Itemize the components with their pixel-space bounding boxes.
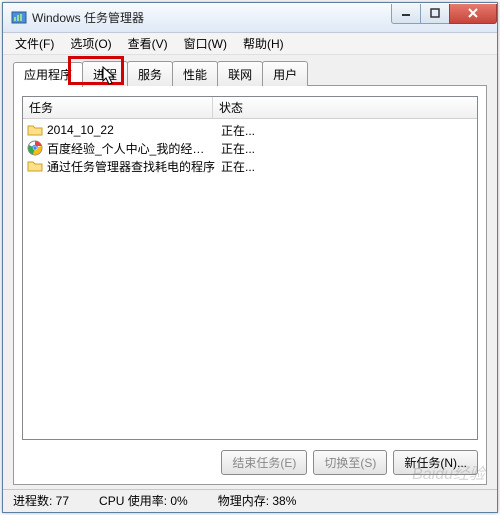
menubar: 文件(F) 选项(O) 查看(V) 窗口(W) 帮助(H) — [3, 33, 497, 55]
tab-performance[interactable]: 性能 — [172, 61, 218, 86]
table-row[interactable]: 百度经验_个人中心_我的经验 -...正在... — [23, 139, 477, 157]
switch-to-button[interactable]: 切换至(S) — [313, 450, 387, 475]
task-status: 正在... — [215, 158, 255, 175]
statusbar: 进程数: 77 CPU 使用率: 0% 物理内存: 38% — [3, 489, 497, 511]
task-name: 2014_10_22 — [47, 123, 215, 137]
close-button[interactable] — [449, 4, 497, 24]
status-memory: 物理内存: 38% — [218, 492, 297, 509]
task-name: 百度经验_个人中心_我的经验 -... — [47, 140, 215, 157]
app-icon — [11, 10, 27, 26]
tab-networking[interactable]: 联网 — [217, 61, 263, 86]
task-status: 正在... — [215, 122, 255, 139]
tab-strip: 应用程序 进程 服务 性能 联网 用户 — [13, 61, 487, 86]
status-cpu: CPU 使用率: 0% — [99, 492, 188, 509]
tab-services[interactable]: 服务 — [127, 61, 173, 86]
tab-applications[interactable]: 应用程序 — [13, 62, 83, 87]
table-row[interactable]: 通过任务管理器查找耗电的程序正在... — [23, 157, 477, 175]
new-task-button[interactable]: 新任务(N)... — [393, 450, 478, 475]
close-icon — [467, 7, 479, 19]
tab-panel-applications: 任务 状态 2014_10_22正在...百度经验_个人中心_我的经验 -...… — [13, 85, 487, 485]
task-manager-window: Windows 任务管理器 文件(F) 选项(O) 查看(V) 窗口(W) 帮助… — [2, 2, 498, 513]
menu-window[interactable]: 窗口(W) — [176, 33, 235, 54]
list-header: 任务 状态 — [23, 97, 477, 119]
task-status: 正在... — [215, 140, 255, 157]
end-task-button[interactable]: 结束任务(E) — [221, 450, 307, 475]
maximize-icon — [430, 8, 440, 18]
task-name: 通过任务管理器查找耗电的程序 — [47, 158, 215, 175]
chrome-icon — [27, 140, 43, 156]
minimize-icon — [401, 8, 411, 18]
minimize-button[interactable] — [391, 4, 421, 24]
maximize-button[interactable] — [420, 4, 450, 24]
menu-file[interactable]: 文件(F) — [7, 33, 62, 54]
task-list[interactable]: 任务 状态 2014_10_22正在...百度经验_个人中心_我的经验 -...… — [22, 96, 478, 440]
status-processes: 进程数: 77 — [13, 492, 69, 509]
tab-users[interactable]: 用户 — [262, 61, 308, 86]
column-task[interactable]: 任务 — [23, 97, 213, 118]
button-row: 结束任务(E) 切换至(S) 新任务(N)... — [22, 450, 478, 475]
folder-icon — [27, 158, 43, 174]
window-title: Windows 任务管理器 — [32, 9, 392, 26]
folder-icon — [27, 122, 43, 138]
titlebar[interactable]: Windows 任务管理器 — [3, 3, 497, 33]
menu-help[interactable]: 帮助(H) — [235, 33, 292, 54]
table-row[interactable]: 2014_10_22正在... — [23, 121, 477, 139]
menu-options[interactable]: 选项(O) — [62, 33, 119, 54]
column-status[interactable]: 状态 — [213, 97, 477, 118]
tab-processes[interactable]: 进程 — [82, 61, 128, 86]
menu-view[interactable]: 查看(V) — [120, 33, 176, 54]
